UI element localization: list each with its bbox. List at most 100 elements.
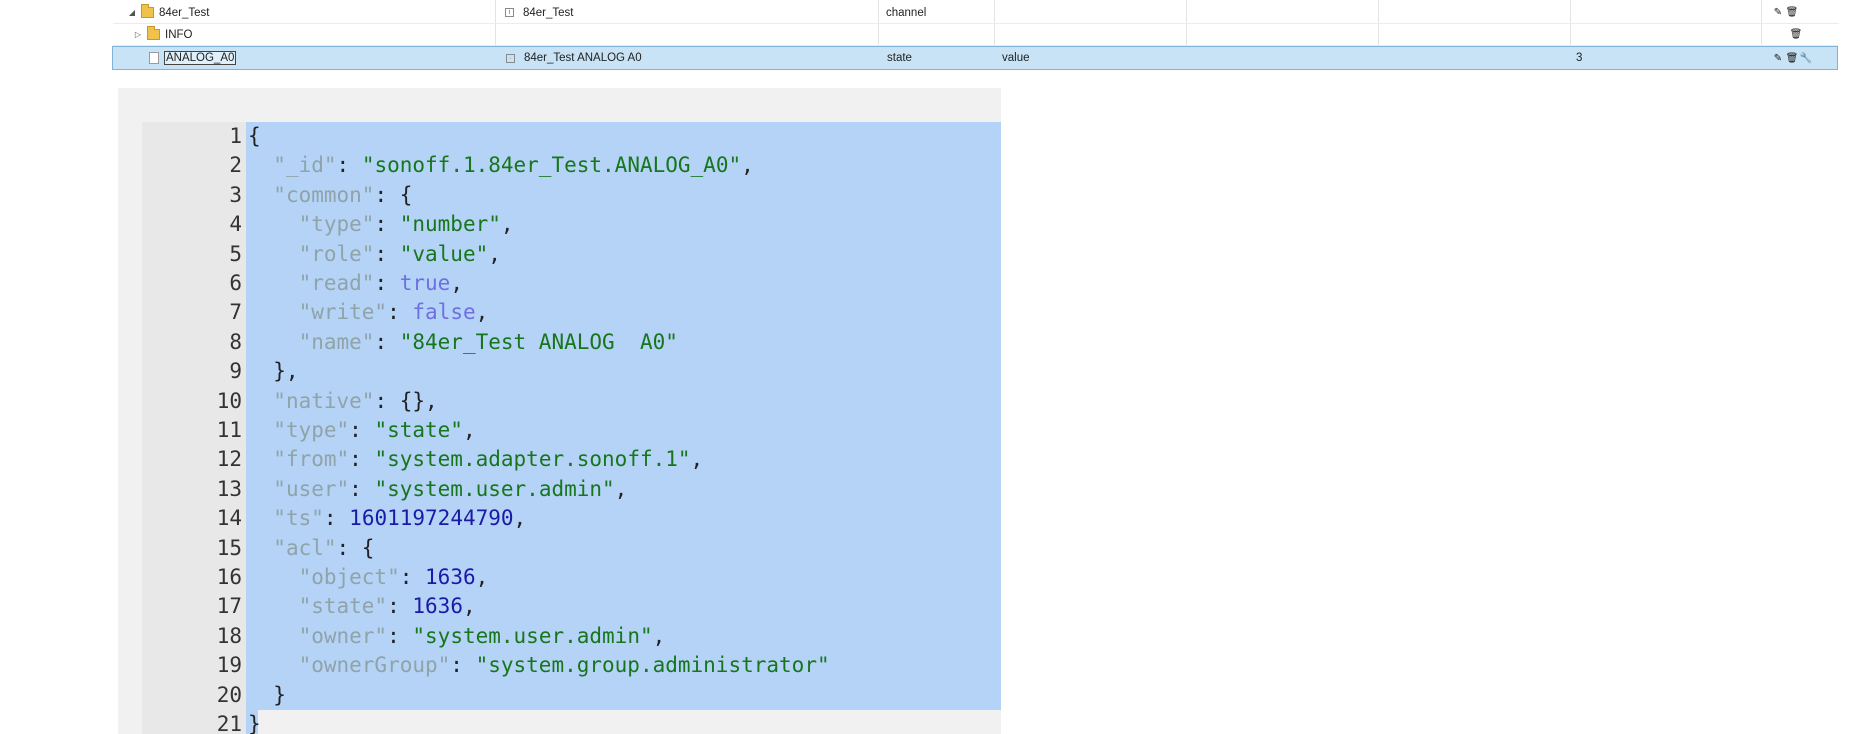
code-line: "from": "system.adapter.sonoff.1",: [248, 445, 1001, 474]
code-token: 1636: [412, 594, 463, 619]
tree-row-info[interactable]: ▷ INFO 🗑: [113, 24, 1839, 46]
object-name: INFO: [165, 28, 193, 41]
code-token: "ts": [273, 506, 324, 531]
wrench-icon[interactable]: 🔧: [1799, 53, 1813, 64]
code-line: "native": {},: [248, 387, 1001, 416]
collapse-toggle[interactable]: ◢: [127, 8, 137, 17]
code-line: }: [248, 681, 1001, 710]
code-token: ,: [513, 506, 527, 531]
code-token: :: [349, 476, 375, 501]
channel-icon: i: [505, 8, 514, 17]
code-token: :: [374, 271, 400, 295]
code-line: "type": "number",: [248, 210, 1001, 239]
code-token: "system.user.admin": [374, 476, 615, 501]
line-number: 6: [229, 271, 242, 295]
code-token: },: [248, 359, 299, 384]
line-number: 21: [216, 712, 242, 734]
code-token: ,: [462, 418, 476, 442]
code-token: "state": [298, 594, 388, 619]
code-token: :: [374, 212, 400, 237]
code-token: "owner": [298, 623, 388, 648]
line-number: 7: [229, 300, 242, 325]
line-number: 12: [216, 447, 242, 472]
object-tree: ◢ 84er_Test i 84er_Test channel ✎ 🗑 ▷ IN…: [112, 0, 1839, 70]
code-line: "acl": {: [248, 534, 1001, 563]
code-token: ,: [475, 300, 489, 325]
delete-icon[interactable]: 🗑: [1785, 53, 1799, 64]
code-line: "read": true,: [248, 269, 1001, 298]
code-line: "object": 1636,: [248, 563, 1001, 592]
object-title: 84er_Test ANALOG A0: [524, 52, 642, 64]
code-token: :: [374, 329, 400, 354]
line-number: 16: [216, 565, 242, 589]
code-token: "state": [374, 418, 463, 442]
tree-row-84er-test[interactable]: ◢ 84er_Test i 84er_Test channel ✎ 🗑: [113, 2, 1839, 24]
code-token: "value": [399, 241, 489, 266]
line-number: 14: [216, 506, 242, 531]
code-line: "user": "system.user.admin",: [248, 475, 1001, 504]
code-line: },: [248, 357, 1001, 386]
code-token: "84er_Test ANALOG A0": [399, 329, 678, 354]
line-number-gutter: 1▾23▾456789101112131415▾161718192021: [142, 122, 253, 734]
code-token: :: [336, 153, 362, 178]
code-token: :: [387, 623, 413, 648]
code-token: "system.group.administrator": [475, 653, 830, 678]
code-token: ,: [462, 594, 476, 619]
folder-icon: [141, 4, 154, 18]
delete-icon[interactable]: 🗑: [1785, 7, 1799, 18]
code-line: "ts": 1601197244790,: [248, 504, 1001, 533]
state-icon: ·: [506, 53, 515, 63]
json-editor[interactable]: 1▾23▾456789101112131415▾161718192021 { "…: [118, 88, 1001, 734]
line-number: 15: [216, 535, 242, 560]
code-token: "acl": [273, 535, 337, 560]
line-number: 9: [229, 359, 242, 384]
code-token: "number": [399, 212, 501, 237]
line-number: 19: [216, 653, 242, 678]
line-number: 11: [216, 418, 242, 442]
code-area[interactable]: { "_id": "sonoff.1.84er_Test.ANALOG_A0",…: [246, 122, 1001, 734]
file-icon: [149, 52, 159, 64]
code-token: ,: [690, 447, 704, 472]
code-token: {: [248, 124, 261, 148]
code-token: "write": [298, 300, 388, 325]
edit-icon[interactable]: ✎: [1771, 7, 1785, 18]
tree-row-analog-a0[interactable]: ANALOG_A0 · 84er_Test ANALOG A0 state va…: [112, 46, 1838, 70]
edit-icon[interactable]: ✎: [1771, 53, 1785, 64]
code-token: "object": [298, 565, 400, 589]
line-number: 2: [229, 153, 242, 178]
line-number: 18: [216, 623, 242, 648]
code-line: "ownerGroup": "system.group.administrato…: [248, 651, 1001, 680]
code-line: "_id": "sonoff.1.84er_Test.ANALOG_A0",: [248, 151, 1001, 180]
code-token: :: [450, 653, 476, 678]
code-line: {: [248, 122, 1001, 151]
object-name[interactable]: ANALOG_A0: [164, 51, 237, 65]
expand-toggle[interactable]: ▷: [133, 30, 143, 39]
object-type: state: [887, 52, 912, 64]
code-token: "name": [298, 329, 375, 354]
code-token: "sonoff.1.84er_Test.ANALOG_A0": [361, 153, 742, 178]
delete-icon[interactable]: 🗑: [1789, 29, 1803, 40]
code-token: ,: [652, 623, 666, 648]
code-token: :: [387, 594, 413, 619]
code-line: }: [248, 710, 1001, 734]
code-line: "type": "state",: [248, 416, 1001, 445]
code-line: "owner": "system.user.admin",: [248, 622, 1001, 651]
code-token: "user": [273, 476, 350, 501]
code-token: "system.adapter.sonoff.1": [374, 447, 691, 472]
code-token: true: [399, 271, 451, 295]
object-type: channel: [886, 6, 927, 19]
code-token: "system.user.admin": [412, 623, 653, 648]
line-number: 20: [216, 682, 242, 707]
code-token: ,: [614, 476, 628, 501]
